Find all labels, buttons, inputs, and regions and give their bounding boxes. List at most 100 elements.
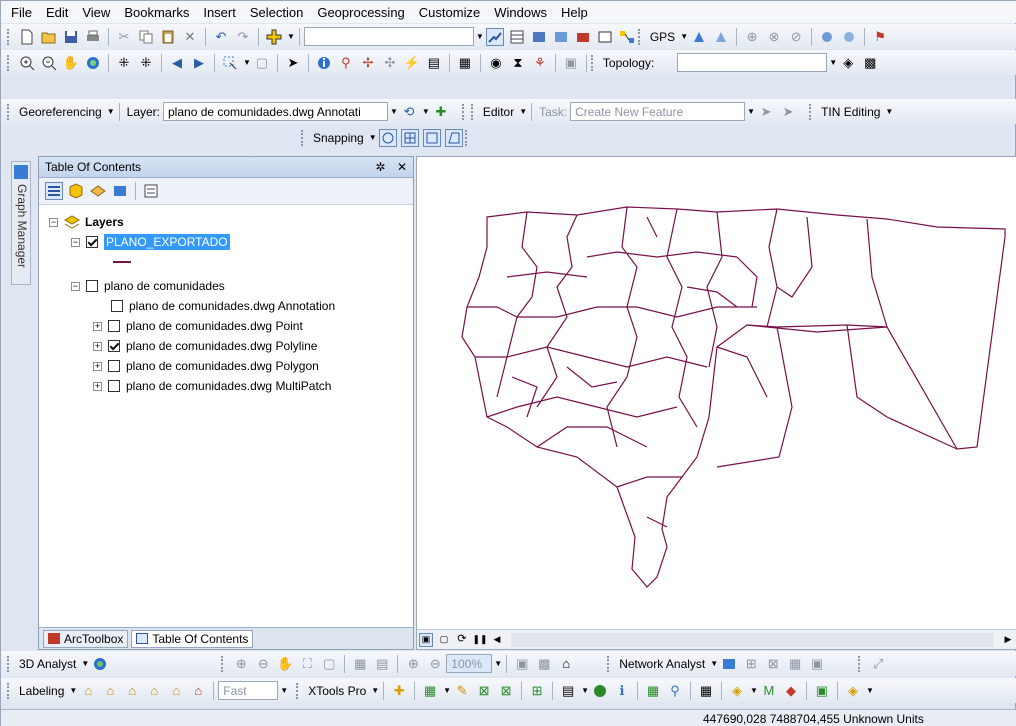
create-viewer-icon[interactable]: ⚘	[531, 54, 549, 72]
label-quality-combo[interactable]: Fast	[218, 681, 279, 700]
layout-zoom-in-icon[interactable]: ⊕	[404, 655, 422, 673]
scale-dropdown-icon[interactable]: ▼	[476, 32, 484, 41]
table-3d-icon[interactable]: ▤	[373, 655, 391, 673]
paste-icon[interactable]	[159, 28, 177, 46]
tin-dropdown-icon[interactable]: ▼	[885, 107, 893, 116]
topology-combo[interactable]	[677, 53, 828, 72]
zoom-in-3d-icon[interactable]: ⊕	[232, 655, 250, 673]
label-clear-icon[interactable]: ⌂	[189, 682, 207, 700]
topology-map-icon[interactable]: ▩	[861, 54, 879, 72]
toolbar-grip[interactable]	[590, 54, 595, 71]
xtools-misc-dropdown-icon[interactable]: ▼	[866, 686, 874, 695]
3d-analyst-menu[interactable]: 3D Analyst	[19, 657, 76, 671]
extent-3d-icon[interactable]: ⛶	[298, 655, 316, 673]
toolbar-grip[interactable]	[637, 28, 642, 45]
print-icon[interactable]	[84, 28, 102, 46]
3d-analyst-dropdown-icon[interactable]: ▼	[81, 659, 89, 668]
fixed-zoom-in-icon[interactable]: ⁜	[115, 54, 133, 72]
add-data-dropdown-icon[interactable]: ▼	[287, 32, 295, 41]
graph-manager-tab[interactable]: Graph Manager	[11, 161, 31, 285]
toolbar-grip[interactable]	[301, 129, 305, 146]
focus-frame-icon[interactable]: ▩	[535, 655, 553, 673]
xtools-fix-icon[interactable]: ◆	[782, 682, 800, 700]
visibility-checkbox[interactable]	[86, 236, 98, 248]
select-dropdown-icon[interactable]: ▼	[243, 58, 251, 67]
gps-position-icon[interactable]	[712, 28, 730, 46]
clear-selection-icon[interactable]: ▢	[253, 54, 271, 72]
layers-group-row[interactable]: − Layers	[49, 212, 124, 232]
xtools-layers-dropdown-icon[interactable]: ▼	[750, 686, 758, 695]
network-solve-icon[interactable]: ⊠	[764, 655, 782, 673]
topology-edit-icon[interactable]: ◈	[839, 54, 857, 72]
rotate-dropdown-icon[interactable]: ▼	[422, 107, 430, 116]
layer-row-plano-de-comunidades[interactable]: − plano de comunidades	[71, 276, 225, 296]
toolbar-grip[interactable]	[7, 682, 11, 699]
xtools-misc-icon[interactable]: ◈	[844, 682, 862, 700]
topology-dropdown-icon[interactable]: ▼	[829, 58, 837, 67]
network-build-icon[interactable]: ▣	[808, 655, 826, 673]
time-slider-icon[interactable]: ⧗	[509, 54, 527, 72]
label-pause-icon[interactable]: ⌂	[145, 682, 163, 700]
toolbar-grip[interactable]	[607, 655, 611, 672]
xtools-report-icon[interactable]: ▦	[644, 682, 662, 700]
find-route-icon[interactable]: ⚲	[337, 54, 355, 72]
xtools-add-icon[interactable]: ✚	[390, 682, 408, 700]
xtools-layer-icon[interactable]: ▤	[559, 682, 577, 700]
toolbar-grip[interactable]	[470, 103, 475, 120]
menu-customize[interactable]: Customize	[419, 5, 480, 20]
xtools-copy-icon[interactable]: ▣	[813, 682, 831, 700]
go-to-xy-icon[interactable]: ✢	[359, 54, 377, 72]
end-snapping-icon[interactable]	[400, 128, 419, 147]
menu-help[interactable]: Help	[561, 5, 588, 20]
xtools-edit-icon[interactable]: ✎	[453, 682, 471, 700]
visibility-checkbox[interactable]	[108, 360, 120, 372]
flag-icon[interactable]: ⚑	[871, 28, 889, 46]
select-features-icon[interactable]	[221, 54, 239, 72]
gps-dropdown-icon[interactable]: ▼	[680, 32, 688, 41]
xtools-layer-dropdown-icon[interactable]: ▼	[581, 686, 589, 695]
network-analyst-dropdown-icon[interactable]: ▼	[710, 659, 718, 668]
toolbar-grip[interactable]	[7, 103, 11, 120]
expand-toolbar-icon[interactable]: ⤢	[869, 655, 887, 673]
menu-geoprocessing[interactable]: Geoprocessing	[317, 5, 404, 20]
toolbar-grip[interactable]	[461, 103, 466, 120]
expand-icon[interactable]: +	[93, 361, 102, 371]
toolbar-grip[interactable]	[464, 129, 469, 146]
gps-settings-icon[interactable]: ⊗	[765, 28, 783, 46]
visibility-checkbox[interactable]	[86, 280, 98, 292]
labeling-dropdown-icon[interactable]: ▼	[69, 686, 77, 695]
menu-bookmarks[interactable]: Bookmarks	[124, 5, 189, 20]
list-by-drawing-order-icon[interactable]	[45, 182, 63, 200]
delete-icon[interactable]: ✕	[181, 28, 199, 46]
toolbar-grip[interactable]	[7, 655, 11, 672]
layer-icon[interactable]: ▣	[562, 54, 580, 72]
pan-hand-icon[interactable]: ✋	[62, 54, 80, 72]
task-combo[interactable]: Create New Feature	[570, 102, 746, 121]
layer-dropdown-icon[interactable]: ▼	[390, 107, 398, 116]
georeferencing-dropdown-icon[interactable]: ▼	[107, 107, 115, 116]
layer-row-annotation[interactable]: plano de comunidades.dwg Annotation	[111, 296, 335, 316]
tab-arctoolbox[interactable]: ArcToolbox	[43, 629, 129, 648]
map-scale-combo[interactable]	[303, 27, 474, 46]
tab-table-of-contents[interactable]: Table Of Contents	[131, 629, 254, 648]
snapping-menu[interactable]: Snapping	[313, 131, 364, 145]
globe-icon[interactable]	[91, 655, 109, 673]
search-window-icon[interactable]	[552, 28, 570, 46]
select-elements-icon[interactable]: ➤	[284, 54, 302, 72]
modelbuilder-icon[interactable]	[618, 28, 636, 46]
expand-icon[interactable]: +	[93, 381, 102, 391]
label-weights-icon[interactable]: ⌂	[101, 682, 119, 700]
label-lock-icon[interactable]: ⌂	[123, 682, 141, 700]
menu-selection[interactable]: Selection	[250, 5, 303, 20]
toolbar-grip[interactable]	[809, 103, 813, 120]
redo-icon[interactable]: ↷	[234, 28, 252, 46]
options-icon[interactable]	[142, 182, 160, 200]
georeferencing-menu[interactable]: Georeferencing	[19, 105, 102, 119]
refresh-icon[interactable]: ⟳	[455, 633, 469, 647]
list-by-visibility-icon[interactable]	[89, 182, 107, 200]
snapping-dropdown-icon[interactable]: ▼	[369, 133, 377, 142]
copy-icon[interactable]	[137, 28, 155, 46]
layer-combo[interactable]: plano de comunidades.dwg Annotati	[163, 102, 388, 121]
toolbar-grip[interactable]	[858, 655, 862, 672]
editor-toolbar-icon[interactable]	[485, 27, 504, 46]
